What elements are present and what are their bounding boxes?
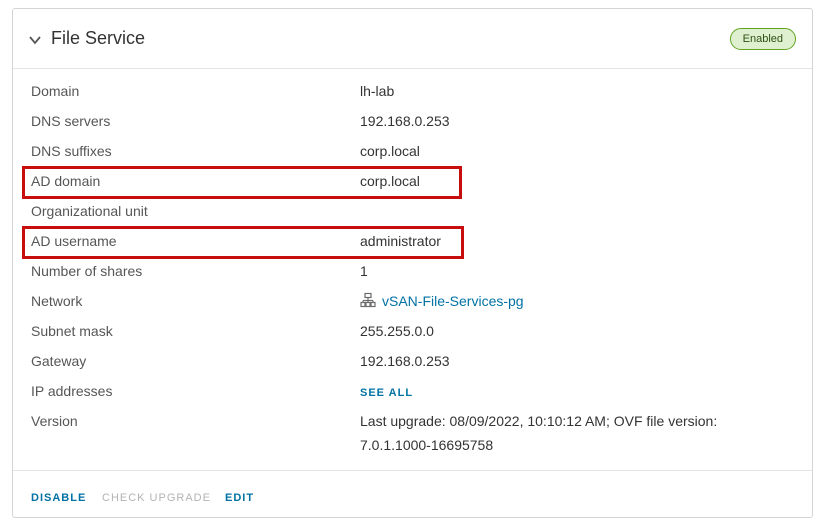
see-all-link[interactable]: SEE ALL xyxy=(360,387,413,399)
card-header: File Service Enabled xyxy=(13,9,812,69)
file-service-card: File Service Enabled Domain lh-lab DNS s… xyxy=(12,8,813,518)
highlight-box-ad-username xyxy=(22,226,464,259)
row-label: DNS servers xyxy=(31,113,111,129)
status-badge: Enabled xyxy=(729,28,796,50)
row-number-of-shares: Number of shares 1 xyxy=(13,261,812,291)
row-version: Version Last upgrade: 08/09/2022, 10:10:… xyxy=(13,411,812,465)
row-value: SEE ALL xyxy=(360,381,780,403)
row-gateway: Gateway 192.168.0.253 xyxy=(13,351,812,381)
row-domain: Domain lh-lab xyxy=(13,81,812,111)
row-label: DNS suffixes xyxy=(31,143,112,159)
row-value: 255.255.0.0 xyxy=(360,323,434,339)
properties-list: Domain lh-lab DNS servers 192.168.0.253 … xyxy=(13,81,812,465)
row-label: Number of shares xyxy=(31,263,143,279)
row-label: Version xyxy=(31,413,78,429)
row-network: Network vSAN-File-Services-pg xyxy=(13,291,812,321)
row-ip-addresses: IP addresses SEE ALL xyxy=(13,381,812,411)
row-label: Network xyxy=(31,293,83,309)
row-label: Subnet mask xyxy=(31,323,113,339)
row-dns-servers: DNS servers 192.168.0.253 xyxy=(13,111,812,141)
row-value: Last upgrade: 08/09/2022, 10:10:12 AM; O… xyxy=(360,413,718,453)
card-footer: DISABLE CHECK UPGRADE EDIT xyxy=(13,470,812,519)
row-subnet-mask: Subnet mask 255.255.0.0 xyxy=(13,321,812,351)
row-label: Gateway xyxy=(31,353,87,369)
row-value: vSAN-File-Services-pg xyxy=(360,291,780,311)
row-value: 1 xyxy=(360,263,368,279)
row-value: corp.local xyxy=(360,143,420,159)
network-link[interactable]: vSAN-File-Services-pg xyxy=(382,293,524,309)
row-value: 192.168.0.253 xyxy=(360,353,450,369)
highlight-box-ad-domain xyxy=(22,166,462,199)
row-label: Organizational unit xyxy=(31,203,148,219)
row-label: IP addresses xyxy=(31,383,113,399)
check-upgrade-button[interactable]: CHECK UPGRADE xyxy=(102,491,211,505)
disable-button[interactable]: DISABLE xyxy=(31,491,86,505)
edit-button[interactable]: EDIT xyxy=(225,491,254,505)
row-value: 192.168.0.253 xyxy=(360,113,450,129)
row-value: lh-lab xyxy=(360,83,395,99)
card-title: File Service xyxy=(51,28,146,48)
row-label: Domain xyxy=(31,83,80,99)
chevron-down-icon[interactable] xyxy=(27,33,43,47)
network-icon xyxy=(360,292,376,308)
